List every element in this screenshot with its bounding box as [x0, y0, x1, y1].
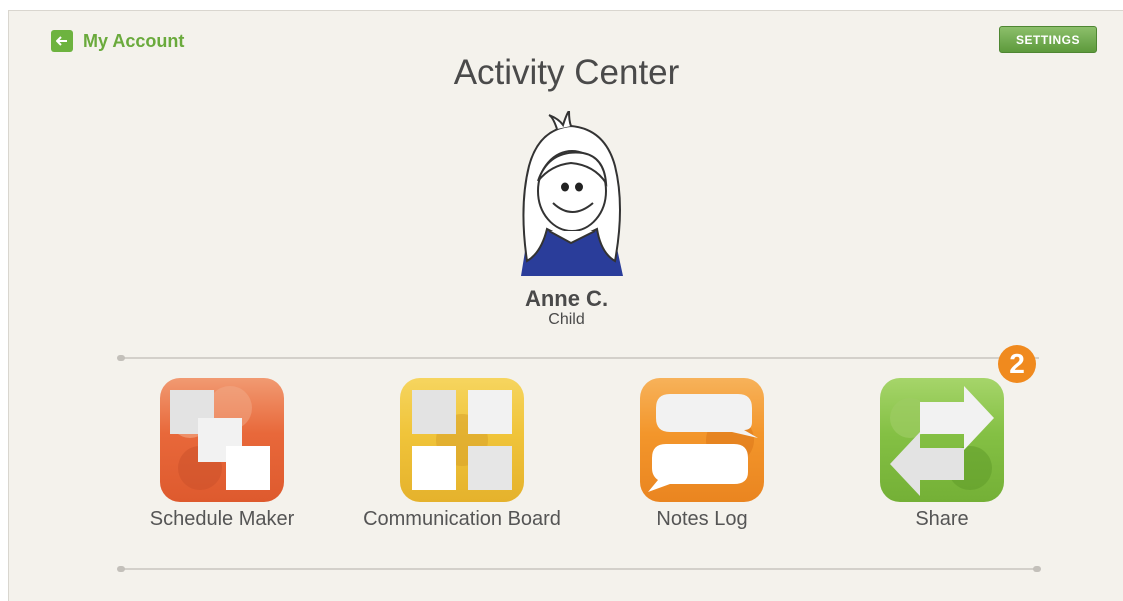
child-avatar[interactable] [509, 108, 634, 276]
activity-center-screen: My Account SETTINGS Activity Center Anne… [8, 10, 1123, 601]
divider-end-dot [1033, 566, 1041, 572]
app-communication-board[interactable]: Communication Board [342, 378, 582, 531]
schedule-maker-label: Schedule Maker [149, 508, 295, 530]
communication-board-icon [400, 378, 524, 502]
divider-end-dot [117, 355, 125, 361]
page-title: Activity Center [453, 53, 680, 92]
divider-start-dot [117, 566, 125, 572]
profile-role: Child [548, 311, 585, 328]
my-account-label: My Account [83, 30, 185, 51]
schedule-maker-icon [160, 378, 284, 502]
app-schedule-maker[interactable]: Schedule Maker [102, 378, 342, 531]
share-label: Share [915, 508, 969, 530]
back-arrow-icon [51, 30, 73, 52]
bottom-divider [117, 566, 1041, 572]
share-icon [880, 378, 1004, 502]
app-notes-log[interactable]: Notes Log [582, 378, 822, 531]
app-share[interactable]: Share [822, 378, 1062, 531]
top-divider [117, 355, 1039, 361]
settings-button[interactable]: SETTINGS [999, 26, 1097, 53]
profile-name: Anne C. [524, 286, 609, 311]
my-account-back-button[interactable]: My Account [51, 30, 184, 52]
notes-log-icon [640, 378, 764, 502]
communication-board-label: Communication Board [363, 508, 561, 530]
notes-log-label: Notes Log [656, 508, 748, 530]
